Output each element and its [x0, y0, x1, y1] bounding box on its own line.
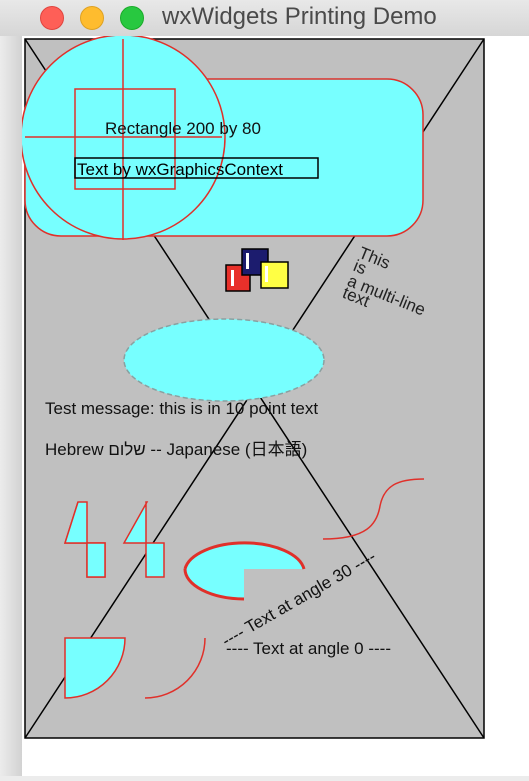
- drawing-area: Rectangle 200 by 80 Text by wxGraphicsCo…: [20, 34, 529, 776]
- close-window-button[interactable]: [40, 6, 64, 30]
- window-left-edge: [0, 36, 22, 776]
- rectangle-label: Rectangle 200 by 80: [105, 119, 261, 138]
- title-bar: wxWidgets Printing Demo: [0, 0, 529, 37]
- print-preview-canvas: Rectangle 200 by 80 Text by wxGraphicsCo…: [20, 34, 485, 739]
- angle-0-text: ---- Text at angle 0 ----: [226, 639, 391, 658]
- minimize-window-button[interactable]: [80, 6, 104, 30]
- test-message: Test message: this is in 10 point text: [45, 399, 318, 418]
- window-title: wxWidgets Printing Demo: [162, 3, 437, 30]
- zoom-window-button[interactable]: [120, 6, 144, 30]
- graphics-context-text: Text by wxGraphicsContext: [77, 160, 283, 179]
- dashed-ellipse: [123, 318, 325, 402]
- hebrew-japanese-text: Hebrew שלום -- Japanese (日本語): [45, 440, 307, 459]
